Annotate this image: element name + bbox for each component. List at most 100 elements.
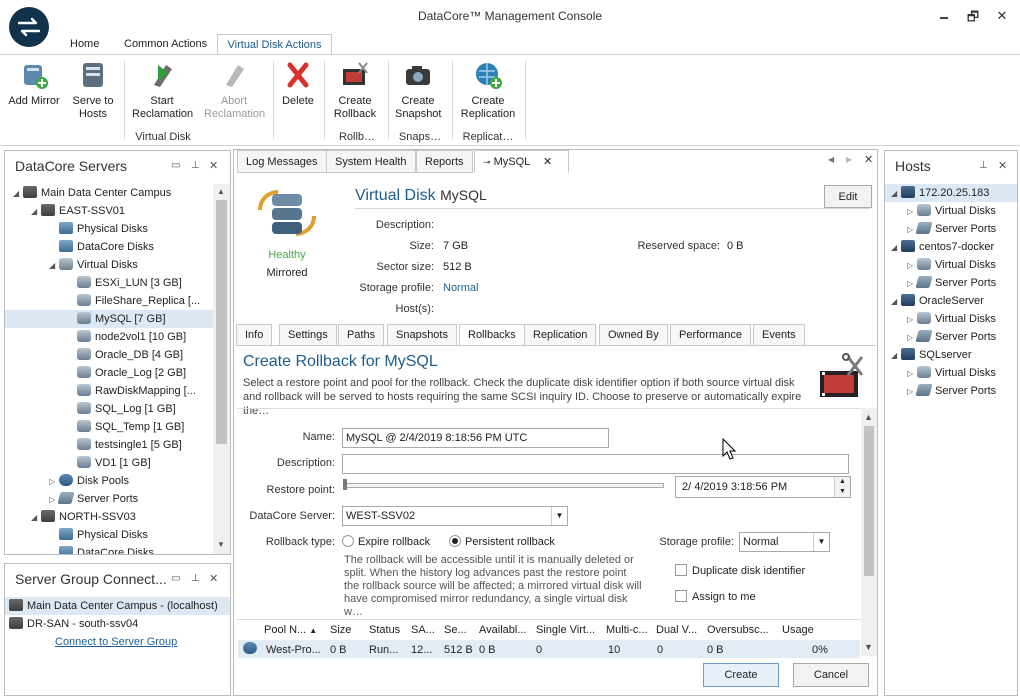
minimize-button[interactable]: 🗕 [934,8,954,30]
tree-item[interactable]: Physical Disks [5,526,213,544]
ribbon-tab-virtual-disk-actions[interactable]: Virtual Disk Actions [217,34,332,54]
duplicate-disk-id-option[interactable]: Duplicate disk identifier [675,564,805,577]
create-snapshot-button[interactable]: Create Snapshot [392,59,444,121]
col-header-sau[interactable]: SA... [411,621,439,639]
server-group-item[interactable]: Main Data Center Campus - (localhost) [5,597,230,615]
chevron-down-icon[interactable]: ▼ [551,507,567,525]
form-scrollbar[interactable]: ▲ ▼ [861,408,877,656]
close-document-icon[interactable]: ✕ [864,153,873,166]
collapse-arrow-icon[interactable]: ◢ [891,185,901,203]
col-header-available[interactable]: Availabl... [479,621,531,639]
tree-item[interactable]: ▷ Server Ports [885,328,1017,346]
datacore-server-select[interactable]: WEST-SSV02 [342,506,568,526]
tree-item[interactable]: ESXi_LUN [3 GB] [5,274,213,292]
tab-settings[interactable]: Settings [279,324,337,346]
tree-item[interactable]: Oracle_Log [2 GB] [5,364,213,382]
description-input[interactable] [342,454,849,474]
tab-paths[interactable]: Paths [338,324,385,346]
expand-arrow-icon[interactable]: ▷ [49,473,59,491]
tree-item[interactable]: node2vol1 [10 GB] [5,328,213,346]
tree-item[interactable]: Oracle_DB [4 GB] [5,346,213,364]
expand-arrow-icon[interactable]: ▷ [907,257,917,275]
delete-button[interactable]: Delete [278,59,318,108]
restore-point-datetime[interactable]: 2/ 4/2019 3:18:56 PM [675,476,851,498]
expire-rollback-option[interactable]: Expire rollback [342,535,430,548]
close-panel-icon[interactable]: ✕ [209,572,218,585]
col-header-pool-name[interactable]: Pool N... ▲ [264,621,322,639]
col-header-sector[interactable]: Se... [444,621,474,639]
col-header-size[interactable]: Size [330,621,364,639]
tree-item[interactable]: ◢ SQLserver [885,346,1017,364]
tree-item[interactable]: ▷ Virtual Disks [885,364,1017,382]
scroll-up-icon[interactable]: ▲ [217,187,225,196]
window-position-icon[interactable]: ▭ [171,160,180,171]
connect-server-group-link[interactable]: Connect to Server Group [55,633,177,651]
pin-icon[interactable]: ⊥ [979,160,988,171]
cancel-button[interactable]: Cancel [793,663,869,687]
restore-button[interactable]: 🗗 [963,8,983,30]
radio-off-icon[interactable] [342,535,354,547]
tree-item[interactable]: ◢ centos7-docker [885,238,1017,256]
assign-to-me-option[interactable]: Assign to me [675,590,756,603]
restore-point-slider-handle[interactable] [343,479,347,490]
radio-on-icon[interactable] [449,535,461,547]
collapse-arrow-icon[interactable]: ◢ [891,239,901,257]
create-rollback-button[interactable]: Create Rollback [330,59,380,121]
col-header-status[interactable]: Status [369,621,405,639]
tree-item[interactable]: DataCore Disks [5,544,213,554]
tree-item[interactable]: DataCore Disks [5,238,213,256]
collapse-arrow-icon[interactable]: ◢ [891,347,901,365]
tree-item[interactable]: FileShare_Replica [... [5,292,213,310]
edit-button[interactable]: Edit [824,185,872,208]
tree-item[interactable]: ▷ Virtual Disks [885,202,1017,220]
tab-mysql[interactable]: ⊸ MySQL ✕ [474,150,569,173]
abort-reclamation-button[interactable]: Abort Reclamation [202,59,266,121]
collapse-arrow-icon[interactable]: ◢ [31,203,41,221]
tree-item[interactable]: ◢ 172.20.25.183 [885,184,1017,202]
ribbon-tab-home[interactable]: Home [64,34,105,54]
persistent-rollback-option[interactable]: Persistent rollback [449,535,555,548]
col-header-dual-virtual[interactable]: Dual V... [656,621,702,639]
close-tab-icon[interactable]: ✕ [543,156,552,168]
window-position-icon[interactable]: ▭ [171,573,180,584]
pin-icon[interactable]: ⊥ [191,160,200,171]
expand-arrow-icon[interactable]: ▷ [907,311,917,329]
tree-item[interactable]: VD1 [1 GB] [5,454,213,472]
servers-scrollbar[interactable]: ▲ ▼ [213,184,230,554]
chevron-down-icon[interactable]: ▼ [813,533,829,551]
col-header-multi-copy[interactable]: Multi-c... [606,621,652,639]
col-header-oversubscribed[interactable]: Oversubsc... [707,621,777,639]
scroll-up-icon[interactable]: ▲ [864,412,873,422]
tree-item[interactable]: ▷ Virtual Disks [885,310,1017,328]
tree-item[interactable]: ▷ Virtual Disks [885,256,1017,274]
server-group-item[interactable]: DR-SAN - south-ssv04 [5,615,138,633]
tab-info[interactable]: Info [236,324,273,346]
expand-arrow-icon[interactable]: ▷ [907,203,917,221]
add-mirror-button[interactable]: Add Mirror [6,59,62,108]
pin-icon[interactable]: ⊥ [191,573,200,584]
close-panel-icon[interactable]: ✕ [998,159,1007,172]
tree-item[interactable]: ▷ Disk Pools [5,472,213,490]
tab-log-messages[interactable]: Log Messages [237,150,327,173]
tab-scroll-left-icon[interactable]: ◀ [828,155,834,164]
tree-item[interactable]: ◢ Virtual Disks [5,256,213,274]
tab-performance[interactable]: Performance [670,324,751,346]
close-button[interactable]: ✕ [992,8,1012,24]
ribbon-tab-common-actions[interactable]: Common Actions [118,34,213,54]
tab-snapshots[interactable]: Snapshots [387,324,457,346]
tab-reports[interactable]: Reports [416,150,473,173]
tree-item[interactable]: Physical Disks [5,220,213,238]
checkbox-icon[interactable] [675,590,687,602]
col-header-usage[interactable]: Usage [782,621,822,639]
scroll-down-icon[interactable]: ▼ [864,642,873,652]
collapse-arrow-icon[interactable]: ◢ [891,293,901,311]
tree-item[interactable]: MySQL [7 GB] [5,310,213,328]
create-button[interactable]: Create [703,663,779,687]
scroll-thumb[interactable] [864,426,874,576]
restore-point-slider[interactable] [344,483,664,488]
tree-item[interactable]: testsingle1 [5 GB] [5,436,213,454]
tab-system-health[interactable]: System Health [326,150,416,173]
tab-replication[interactable]: Replication [524,324,597,346]
scroll-down-icon[interactable]: ▼ [217,540,225,549]
tree-item[interactable]: ◢ OracleServer [885,292,1017,310]
